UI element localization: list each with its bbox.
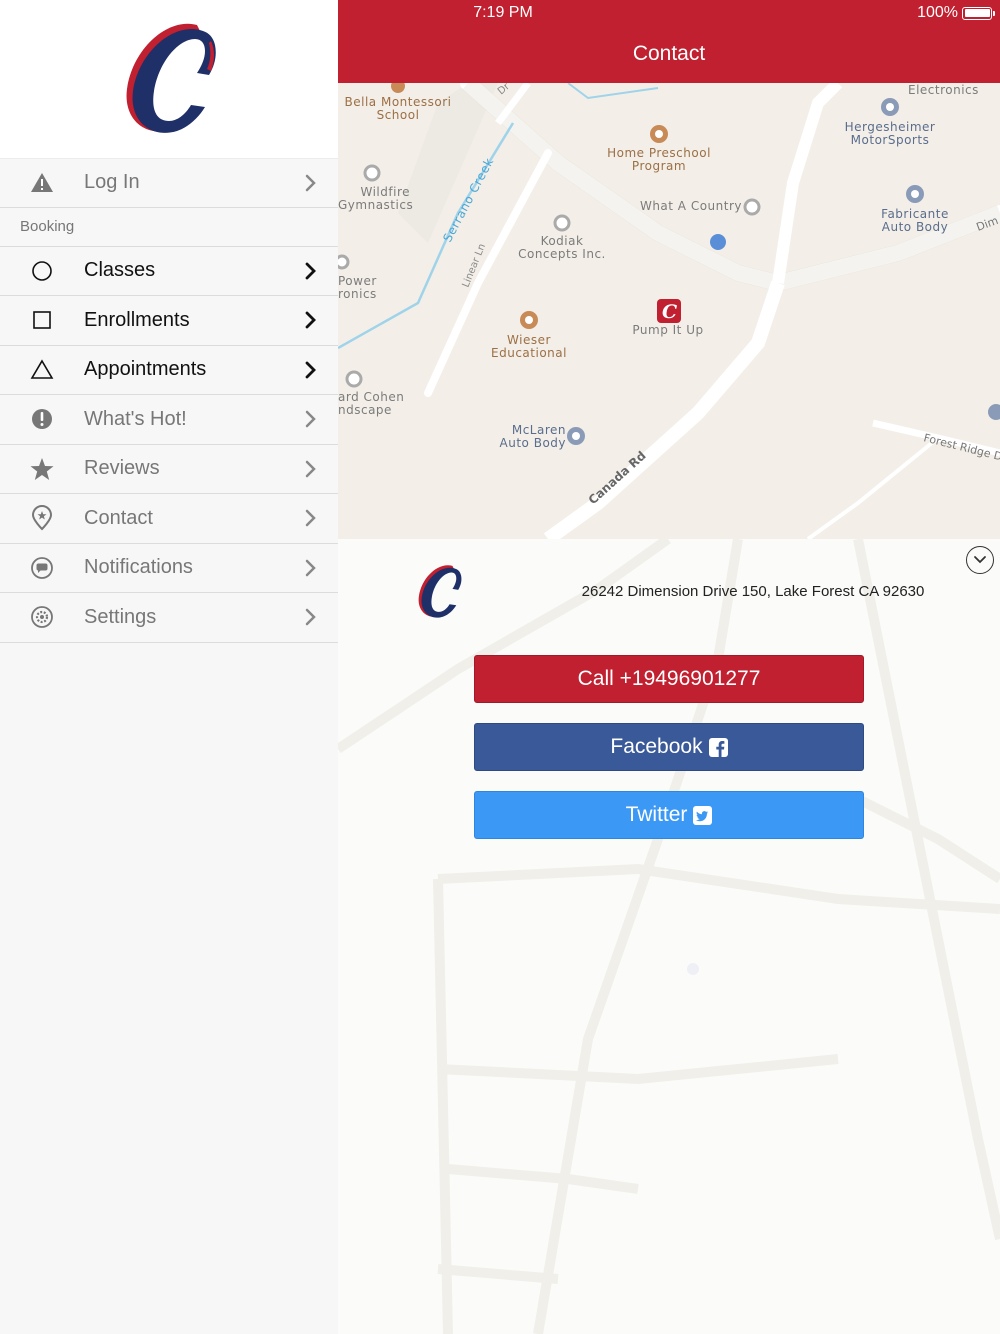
twitter-button[interactable]: Twitter	[474, 791, 864, 839]
call-button-label: Call +19496901277	[577, 667, 761, 690]
svg-text:Canada Rd: Canada Rd	[586, 448, 649, 507]
map-poi: What A Country	[639, 199, 742, 213]
sidebar-item-notifications[interactable]: Notifications	[0, 544, 338, 593]
exclamation-icon	[0, 406, 84, 432]
sidebar-item-appointments[interactable]: Appointments	[0, 346, 338, 395]
star-icon	[0, 456, 84, 482]
map-poi: Power ronics	[338, 274, 377, 301]
status-battery: 100%	[917, 4, 995, 22]
facebook-button-label: Facebook	[610, 735, 703, 758]
sidebar-item-log-in[interactable]: Log In	[0, 158, 338, 208]
twitter-button-label: Twitter	[625, 803, 688, 826]
map-poi: Home Preschool Program	[607, 146, 711, 173]
sidebar-item-settings[interactable]: Settings	[0, 593, 338, 643]
sidebar-item-reviews[interactable]: Reviews	[0, 445, 338, 494]
page-title: Contact	[632, 42, 706, 65]
chevron-right-icon	[305, 460, 316, 477]
sidebar-item-label: Appointments	[84, 358, 207, 381]
sidebar-item-contact[interactable]: Contact	[0, 494, 338, 544]
circle-icon	[0, 258, 84, 284]
sidebar-item-label: Enrollments	[84, 308, 190, 331]
map-poi-pump-it-up[interactable]: Pump It Up	[622, 324, 714, 337]
sidebar-item-classes[interactable]: Classes	[0, 247, 338, 296]
map-pin-icon	[0, 505, 84, 531]
chevron-right-icon	[305, 510, 316, 527]
map-poi: Kodiak Concepts Inc.	[518, 234, 606, 261]
battery-percent: 100%	[917, 4, 958, 21]
address-text: 26242 Dimension Drive 150, Lake Forest C…	[581, 583, 925, 600]
svg-text:Dr: Dr	[496, 83, 513, 97]
status-time: 7:19 PM	[473, 4, 533, 21]
call-button[interactable]: Call +19496901277	[474, 655, 864, 703]
map-poi: Wieser Educational	[491, 333, 567, 360]
svg-text:Forest Ridge D: Forest Ridge D	[922, 431, 1000, 463]
chevron-right-icon	[305, 311, 316, 329]
facebook-button[interactable]: Facebook	[474, 723, 864, 771]
svg-text:C: C	[662, 301, 677, 323]
sidebar-item-label: Notifications	[84, 556, 193, 579]
speech-bubble-icon	[0, 555, 84, 581]
map-poi: Wildfire Gymnastics	[338, 185, 414, 212]
map-poi: Fabricante Auto Body	[881, 207, 949, 234]
sidebar-item-enrollments[interactable]: Enrollments	[0, 296, 338, 346]
map-view[interactable]: Serrano Creek Linear Ln Canada Rd Forest…	[338, 83, 1000, 539]
sidebar-item-label: Log In	[84, 171, 140, 194]
sidebar-item-label: Classes	[84, 259, 156, 282]
sidebar-item-label: Contact	[84, 506, 153, 529]
sidebar-item-label: What's Hot!	[84, 407, 187, 430]
brand-logo	[0, 0, 338, 158]
triangle-icon	[0, 357, 84, 383]
chevron-right-icon	[305, 411, 316, 428]
sidebar: Log In Booking Classes Enrollments Appoi…	[0, 0, 338, 1334]
chevron-right-icon	[305, 361, 316, 379]
chevron-right-icon	[305, 609, 316, 626]
map-poi: Electronics	[908, 83, 979, 97]
battery-icon	[962, 6, 995, 20]
sidebar-item-label: Reviews	[84, 457, 160, 480]
brand-logo-small	[415, 559, 463, 625]
chevron-right-icon	[305, 559, 316, 576]
map-poi: ard Cohen ndscape	[338, 390, 405, 417]
main-panel: 7:19 PM 100% Contact Serrano Creek Linea…	[338, 0, 1000, 1334]
map-poi: Bella Montessori School	[344, 95, 452, 122]
facebook-icon	[708, 737, 728, 757]
sidebar-item-whats-hot[interactable]: What's Hot!	[0, 395, 338, 445]
nav-bar: 7:19 PM 100% Contact	[338, 0, 1000, 83]
map-poi: McLaren Auto Body	[499, 423, 566, 450]
square-icon	[0, 307, 84, 333]
collapse-button[interactable]	[966, 546, 994, 574]
map-poi: Hergesheimer MotorSports	[844, 120, 936, 147]
chevron-right-icon	[305, 262, 316, 280]
chevron-down-icon	[974, 556, 986, 564]
section-header-booking: Booking	[0, 208, 338, 247]
contact-info-panel: 26242 Dimension Drive 150, Lake Forest C…	[338, 539, 1000, 1334]
sidebar-item-label: Settings	[84, 605, 157, 628]
chevron-right-icon	[305, 174, 316, 191]
twitter-icon	[693, 805, 713, 825]
gear-icon	[0, 604, 84, 630]
warning-icon	[0, 170, 84, 196]
